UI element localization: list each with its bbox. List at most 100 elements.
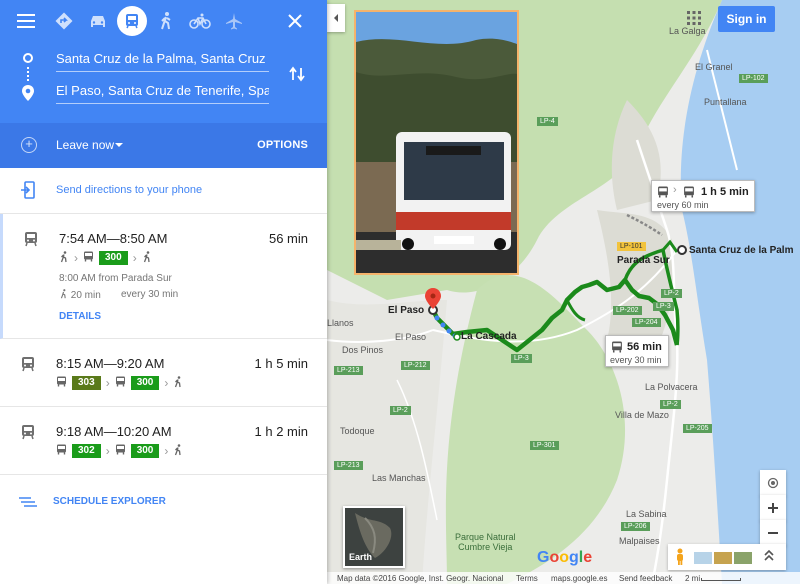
schedule-icon: [18, 495, 38, 513]
selected-route-card[interactable]: 56 min every 30 min: [605, 335, 669, 367]
route-duration: 56 min: [268, 231, 308, 246]
terms-link[interactable]: Terms: [516, 574, 538, 583]
road-shield: LP-2: [661, 289, 682, 298]
road-shield: LP-2: [390, 406, 411, 415]
train-icon: [20, 356, 36, 377]
walk-icon: [173, 375, 183, 391]
directions-header: Santa Cruz de la Palma, Santa Cruz de T …: [0, 0, 327, 123]
imagery-thumb[interactable]: [694, 552, 712, 564]
bus-icon: [683, 186, 695, 201]
imagery-thumb[interactable]: [734, 552, 752, 564]
zoom-in-button[interactable]: [760, 495, 786, 521]
place-label: Parada Sur: [617, 255, 670, 266]
route-time: 9:18 AM—10:20 AM: [56, 424, 172, 439]
chevron-right-icon: ›: [74, 251, 78, 265]
my-location-button[interactable]: [760, 470, 786, 496]
car-icon[interactable]: [83, 6, 113, 36]
road-shield: LP-3: [511, 354, 532, 363]
place-label: Malpaises: [619, 536, 660, 546]
google-logo: Google: [537, 549, 593, 566]
road-shield: LP-301: [530, 441, 559, 450]
bus-icon: [56, 376, 67, 390]
departure-info: 8:00 AM from Parada Sur: [59, 273, 172, 284]
close-icon[interactable]: [283, 9, 307, 33]
map-data-attribution: Map data ©2016 Google, Inst. Geogr. Naci…: [337, 574, 504, 583]
route-steps: › 300 ›: [59, 250, 157, 266]
schedule-explorer-link[interactable]: SCHEDULE EXPLORER: [53, 496, 166, 507]
road-shield: LP-102: [739, 74, 768, 83]
road-shield: LP-204: [632, 318, 661, 327]
walk-icon[interactable]: [151, 6, 181, 36]
map-footer: Map data ©2016 Google, Inst. Geogr. Naci…: [327, 572, 800, 584]
bus-icon: [611, 341, 623, 356]
place-label: Llanos: [327, 318, 354, 328]
place-label: El Paso: [395, 332, 427, 342]
directions-icon[interactable]: [49, 6, 79, 36]
sign-in-button[interactable]: Sign in: [718, 6, 775, 32]
origin-input[interactable]: Santa Cruz de la Palma, Santa Cruz de T: [56, 50, 269, 72]
bus-photo[interactable]: [354, 10, 519, 275]
route-option[interactable]: 7:54 AM—8:50 AM 56 min › 300 › 8:00 AM f…: [0, 214, 327, 339]
bus-icon: [115, 376, 126, 390]
flight-icon[interactable]: [219, 6, 249, 36]
road-shield: LP-4: [537, 117, 558, 126]
transit-icon[interactable]: [117, 6, 147, 36]
send-to-phone-row[interactable]: Send directions to your phone: [0, 168, 327, 214]
place-label: La Cascada: [461, 331, 517, 342]
chevron-down-icon[interactable]: [115, 143, 123, 147]
road-shield: LP-213: [334, 461, 363, 470]
leave-now-dropdown[interactable]: Leave now: [56, 138, 114, 152]
line-badge-300: 300: [130, 444, 160, 458]
alt-route-card[interactable]: › 1 h 5 min every 60 min: [651, 180, 755, 212]
bicycle-icon[interactable]: [185, 6, 215, 36]
park-label: Parque Natural Cumbre Vieja: [455, 532, 516, 552]
walk-duration: 20 min: [70, 290, 101, 301]
origin-dot-icon: [23, 53, 33, 63]
swap-icon[interactable]: [289, 64, 305, 89]
destination-input[interactable]: El Paso, Santa Cruz de Tenerife, Spain: [56, 82, 269, 104]
bus-icon: [115, 444, 126, 458]
train-icon: [23, 231, 39, 252]
route-connector: [27, 67, 29, 81]
walk-icon: [173, 443, 183, 459]
bus-icon: [56, 444, 67, 458]
expand-icon[interactable]: [764, 549, 774, 568]
place-label: Santa Cruz de la Palm: [689, 245, 794, 256]
schedule-explorer-row[interactable]: SCHEDULE EXPLORER: [0, 475, 327, 525]
place-label: Las Manchas: [372, 473, 426, 483]
road-shield: LP-3: [653, 302, 674, 311]
road-shield: LP-205: [683, 424, 712, 433]
place-label: Dos Pinos: [342, 345, 384, 355]
route-option[interactable]: 9:18 AM—10:20 AM 1 h 2 min 302 › 300 ›: [0, 407, 327, 475]
details-link[interactable]: DETAILS: [59, 311, 101, 322]
route-frequency: every 30 min: [121, 289, 179, 300]
route-steps: 302 › 300 ›: [56, 443, 188, 459]
road-shield: LP-202: [613, 306, 642, 315]
line-badge-300: 300: [130, 376, 160, 390]
send-feedback-link[interactable]: Send feedback: [619, 574, 672, 583]
earth-toggle[interactable]: Earth: [343, 506, 405, 568]
line-badge-302: 302: [72, 444, 101, 458]
collapse-panel-button[interactable]: [327, 4, 345, 32]
pegman-icon[interactable]: [674, 548, 686, 571]
route-duration: 1 h 2 min: [254, 424, 308, 439]
location-icon: [767, 477, 779, 489]
route-option[interactable]: 8:15 AM—9:20 AM 1 h 5 min 303 › 300 ›: [0, 339, 327, 407]
add-destination-icon[interactable]: +: [21, 137, 37, 153]
imagery-thumb[interactable]: [714, 552, 732, 564]
options-button[interactable]: OPTIONS: [257, 139, 308, 151]
route-frequency: every 30 min: [610, 355, 662, 365]
street-view-bar: [668, 544, 786, 570]
send-to-phone-link[interactable]: Send directions to your phone: [56, 184, 202, 196]
site-link[interactable]: maps.google.es: [551, 574, 607, 583]
place-label: El Paso: [388, 305, 425, 316]
map-canvas[interactable]: Sign in La Galga El Granel Puntallana Sa…: [327, 0, 800, 584]
walk-icon: [142, 250, 152, 266]
route-duration: 1 h 5 min: [254, 356, 308, 371]
line-badge-303: 303: [72, 376, 101, 390]
alt-route-frequency: every 60 min: [657, 200, 709, 210]
route-duration: 56 min: [627, 341, 662, 353]
zoom-out-button[interactable]: [760, 520, 786, 546]
minus-icon: [768, 532, 778, 534]
place-label: Villa de Mazo: [615, 410, 669, 420]
